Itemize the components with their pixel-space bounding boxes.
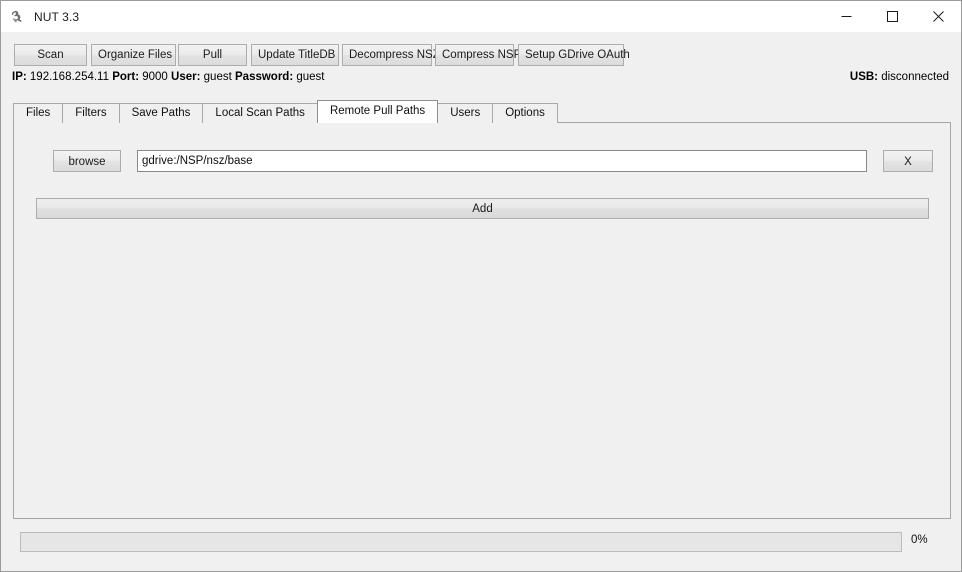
toolbar-button-scan[interactable]: Scan [14, 44, 87, 66]
window-title: NUT 3.3 [34, 9, 80, 24]
remote-pull-paths-panel: browse X Add [13, 122, 951, 519]
titlebar: NUT 3.3 [1, 1, 961, 32]
tab-remote-pull-paths[interactable]: Remote Pull Paths [316, 100, 439, 123]
toolbar-button-setup-gdrive-oauth[interactable]: Setup GDrive OAuth [518, 44, 630, 66]
close-button[interactable] [915, 1, 961, 32]
tab-files[interactable]: Files [13, 103, 64, 123]
close-icon [932, 11, 944, 22]
tab-filters[interactable]: Filters [62, 103, 120, 123]
maximize-icon [886, 11, 898, 22]
usb-label: USB: [849, 71, 879, 83]
port-value: 9000 [142, 71, 168, 83]
user-label: User: [171, 71, 201, 83]
tab-save-paths[interactable]: Save Paths [118, 103, 204, 123]
remove-path-button[interactable]: X [883, 150, 933, 172]
ip-value: 192.168.254.11 [29, 71, 109, 83]
password-value: guest [296, 71, 325, 83]
maximize-button[interactable] [869, 1, 915, 32]
minimize-button[interactable] [823, 1, 869, 32]
progress-percent-label: 0% [911, 534, 928, 546]
usb-status: USB: disconnected [850, 71, 949, 83]
usb-value: disconnected [881, 71, 949, 83]
user-value: guest [203, 71, 232, 83]
main-toolbar: Scan Organize Files Pull Update TitleDB Deco… [1, 32, 961, 68]
path-row: browse X [53, 150, 933, 172]
squirrel-icon [11, 10, 22, 23]
tab-bar: Files Filters Save Paths Local Scan Paths Re… [13, 100, 558, 123]
progress-bar [20, 532, 902, 552]
toolbar-button-compress-nsp[interactable]: Compress NSP [435, 44, 521, 66]
password-label: Password: [235, 71, 294, 83]
ip-label: IP: [12, 71, 27, 83]
tab-options[interactable]: Options [492, 103, 558, 123]
toolbar-button-decompress-nsz[interactable]: Decompress NSZ [342, 44, 440, 66]
port-label: Port: [112, 71, 140, 83]
toolbar-button-pull[interactable]: Pull [178, 44, 247, 66]
browse-button[interactable]: browse [53, 150, 121, 172]
add-path-button[interactable]: Add [36, 198, 929, 219]
status-bar: 0% [1, 519, 961, 571]
toolbar-button-update-titledb[interactable]: Update TitleDB [251, 44, 339, 66]
window-controls [823, 1, 961, 32]
connection-info: IP: 192.168.254.11 Port: 9000 User: gues… [12, 71, 325, 83]
remote-path-input[interactable] [137, 150, 867, 172]
tab-local-scan-paths[interactable]: Local Scan Paths [202, 103, 318, 123]
nut-application-window: NUT 3.3 Scan Organize Files Pull Update Tit [0, 0, 962, 572]
tab-users[interactable]: Users [437, 103, 494, 123]
minimize-icon [841, 16, 851, 17]
toolbar-button-organize-files[interactable]: Organize Files [91, 44, 176, 66]
